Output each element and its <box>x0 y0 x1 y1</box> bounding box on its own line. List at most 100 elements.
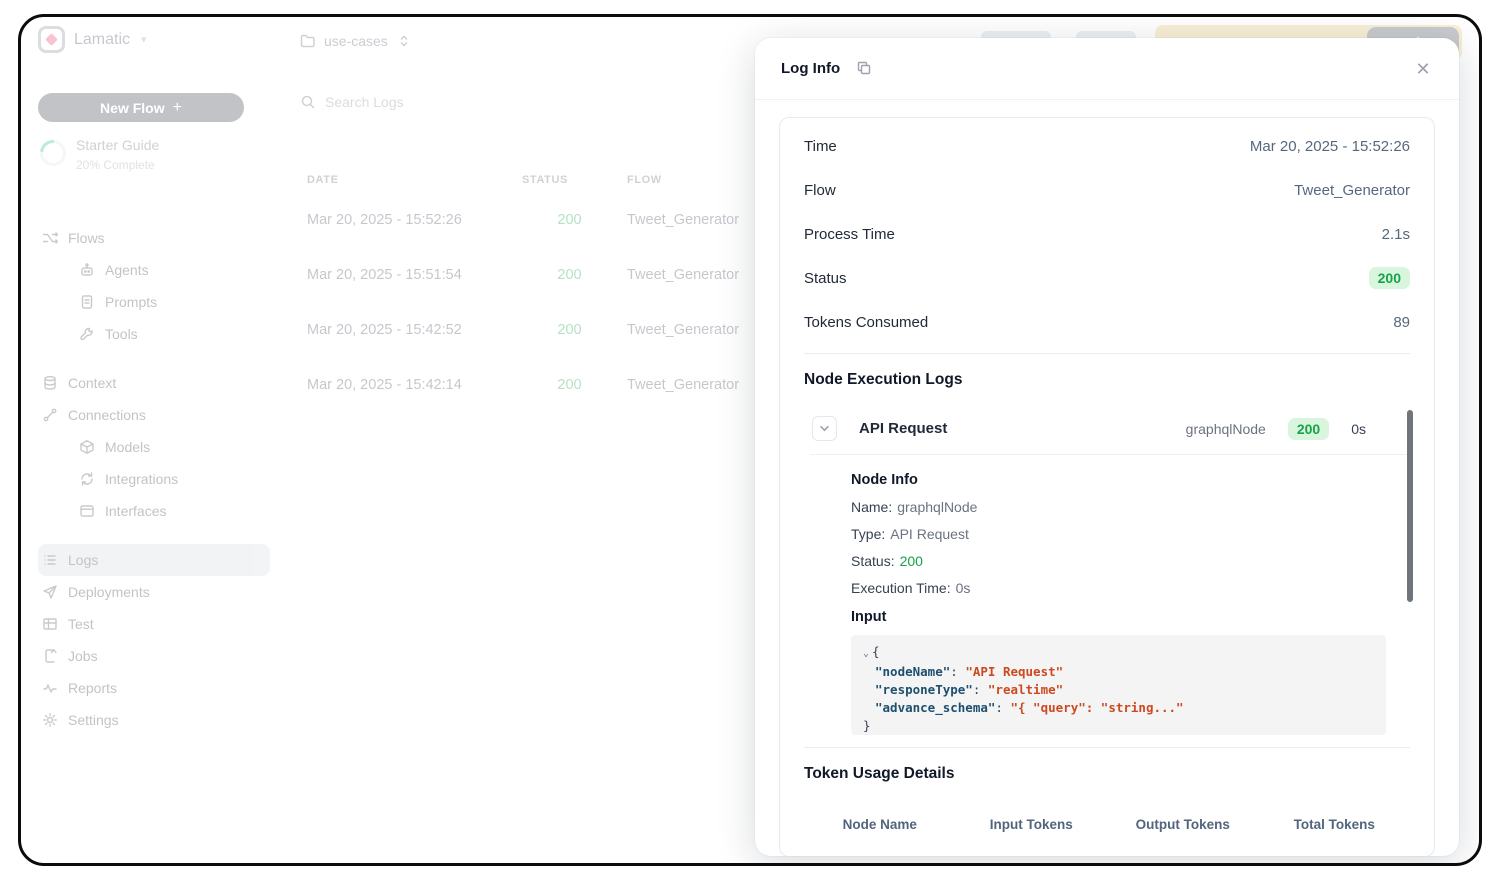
divider <box>804 747 1410 748</box>
scrollbar-thumb[interactable] <box>1407 410 1413 602</box>
sidebar-item-tools[interactable]: Tools <box>38 318 270 350</box>
database-icon <box>42 375 58 391</box>
activity-icon <box>42 680 58 696</box>
info-label: Process Time <box>804 226 895 243</box>
sidebar-item-integrations[interactable]: Integrations <box>38 463 270 495</box>
wrench-icon <box>79 326 95 342</box>
info-value: Tweet_Generator <box>1294 182 1410 199</box>
node-log-row[interactable]: API Request graphqlNode 200 0s <box>804 416 1410 441</box>
lamatic-logo-icon <box>38 26 65 53</box>
sidebar-item-logs[interactable]: Logs <box>38 544 270 576</box>
sidebar-item-prompts[interactable]: Prompts <box>38 286 270 318</box>
status-badge: 200 <box>1369 267 1410 289</box>
sidebar-item-flows[interactable]: Flows <box>38 222 270 254</box>
sidebar-item-label: Reports <box>68 680 117 696</box>
sidebar-item-models[interactable]: Models <box>38 431 270 463</box>
info-row-time: Time Mar 20, 2025 - 15:52:26 <box>804 124 1410 168</box>
node-execution-logs-heading: Node Execution Logs <box>804 371 1410 389</box>
field-value: graphqlNode <box>897 499 977 515</box>
code-key: "advance_schema" <box>875 700 995 715</box>
row-date: Mar 20, 2025 - 15:42:14 <box>307 377 512 393</box>
document-icon <box>79 294 95 310</box>
flow-icon <box>42 230 58 246</box>
field-value: 200 <box>900 553 923 569</box>
expand-chevron-button[interactable] <box>812 416 837 441</box>
info-value: 2.1s <box>1382 226 1410 243</box>
node-detail: Node Info Name:graphqlNode Type:API Requ… <box>851 472 1386 735</box>
token-usage-heading: Token Usage Details <box>804 765 1410 783</box>
code-sep: : <box>950 664 958 679</box>
sidebar-item-reports[interactable]: Reports <box>38 672 270 704</box>
close-icon[interactable]: ✕ <box>1413 59 1433 79</box>
sidebar-item-label: Connections <box>68 407 146 423</box>
node-time: 0s <box>1351 421 1366 437</box>
table-icon <box>42 616 58 632</box>
sidebar-item-label: Interfaces <box>105 503 166 519</box>
info-label: Flow <box>804 182 836 199</box>
col-output-tokens: Output Tokens <box>1107 805 1259 844</box>
sidebar-item-interfaces[interactable]: Interfaces <box>38 495 270 527</box>
starter-guide[interactable]: Starter Guide 20% Complete <box>40 137 159 172</box>
node-info-status: Status:200 <box>851 553 1386 569</box>
code-line: "nodeName": "API Request" <box>863 663 1374 681</box>
col-node-name: Node Name <box>804 805 956 844</box>
sidebar-item-agents[interactable]: Agents <box>38 254 270 286</box>
refresh-doc-icon <box>42 648 58 664</box>
collapse-chevron-icon[interactable]: ⌄ <box>863 648 869 659</box>
log-info-modal: Log Info ✕ Time Mar 20, 2025 - 15:52:26 … <box>755 38 1459 856</box>
workspace-selector[interactable]: use-cases <box>300 33 412 49</box>
col-date: DATE <box>307 174 512 186</box>
app-window: Lamatic ▾ New Flow + Starter Guide 20% C… <box>18 14 1482 866</box>
field-label: Type: <box>851 526 885 542</box>
node-info-execution-time: Execution Time: 0s <box>851 580 1386 596</box>
info-label: Status <box>804 270 847 287</box>
code-key: "responeType" <box>875 682 973 697</box>
info-label: Time <box>804 138 837 155</box>
sidebar-item-connections[interactable]: Connections <box>38 399 270 431</box>
code-line: "advance_schema": "{ "query": "string...… <box>863 699 1374 717</box>
sidebar-item-label: Flows <box>68 230 105 246</box>
token-usage-table: Node Name Input Tokens Output Tokens Tot… <box>804 805 1410 844</box>
sidebar-item-label: Logs <box>68 552 98 568</box>
node-info-name: Name:graphqlNode <box>851 499 1386 515</box>
link-icon <box>42 407 58 423</box>
sidebar-item-settings[interactable]: Settings <box>38 704 270 736</box>
input-code-block[interactable]: ⌄{ "nodeName": "API Request" "responeTyp… <box>851 635 1386 735</box>
code-key: "nodeName" <box>875 664 950 679</box>
divider <box>810 454 1410 455</box>
sidebar-item-context[interactable]: Context <box>38 367 270 399</box>
gear-icon <box>42 712 58 728</box>
info-label: Tokens Consumed <box>804 314 928 331</box>
info-value: Mar 20, 2025 - 15:52:26 <box>1250 138 1410 155</box>
status-badge: 200 <box>512 267 627 283</box>
brand-header[interactable]: Lamatic ▾ <box>38 26 147 53</box>
row-date: Mar 20, 2025 - 15:52:26 <box>307 212 512 228</box>
col-total-tokens: Total Tokens <box>1259 805 1411 844</box>
browser-icon <box>79 503 95 519</box>
status-badge: 200 <box>512 322 627 338</box>
sidebar-item-label: Prompts <box>105 294 157 310</box>
field-value: 0s <box>956 580 971 596</box>
log-detail-card: Time Mar 20, 2025 - 15:52:26 Flow Tweet_… <box>779 117 1435 856</box>
info-row-flow: Flow Tweet_Generator <box>804 168 1410 212</box>
sidebar-item-jobs[interactable]: Jobs <box>38 640 270 672</box>
field-value: API Request <box>890 526 969 542</box>
field-label: Execution Time: <box>851 580 951 596</box>
starter-guide-title: Starter Guide <box>76 137 159 153</box>
input-heading: Input <box>851 609 1386 625</box>
sidebar-nav: Flows Agents Prompts Tools Context Con <box>38 222 270 736</box>
progress-ring-icon <box>35 135 72 172</box>
code-value: "realtime" <box>988 682 1063 697</box>
brand-name: Lamatic <box>74 31 130 49</box>
starter-guide-progress: 20% Complete <box>76 158 159 172</box>
sidebar-item-test[interactable]: Test <box>38 608 270 640</box>
modal-title: Log Info <box>781 60 840 77</box>
node-status-badge: 200 <box>1288 418 1329 440</box>
plus-icon: + <box>173 99 182 117</box>
search-bar[interactable] <box>300 94 505 110</box>
copy-icon[interactable] <box>856 60 874 78</box>
search-input[interactable] <box>325 94 505 110</box>
search-icon <box>300 94 316 110</box>
new-flow-button[interactable]: New Flow + <box>38 93 244 122</box>
sidebar-item-deployments[interactable]: Deployments <box>38 576 270 608</box>
